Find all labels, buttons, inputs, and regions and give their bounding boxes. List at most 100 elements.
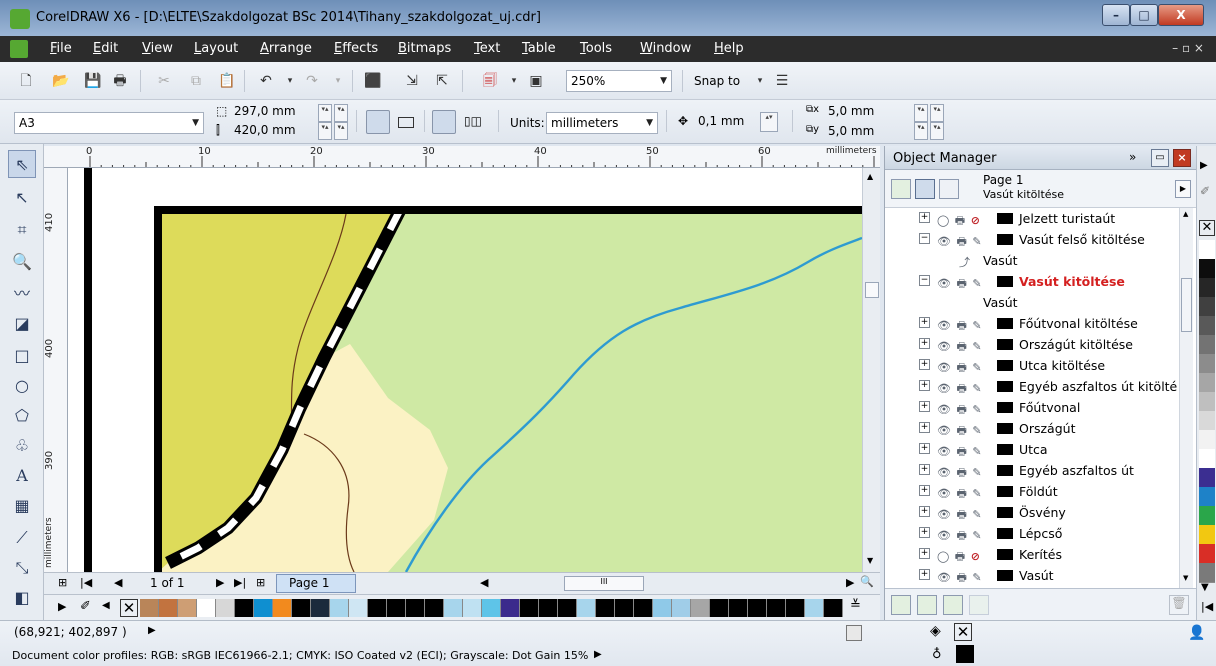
color-swatch[interactable] — [1199, 259, 1215, 279]
color-swatch[interactable] — [1199, 468, 1215, 488]
add-page-icon[interactable]: ⊞ — [58, 576, 67, 589]
zoom-level-combo[interactable]: 250% ▼ — [566, 70, 672, 92]
color-swatch[interactable] — [1199, 297, 1215, 317]
object-row[interactable]: ⤴ Vasút — [885, 250, 1179, 271]
new-layer-button[interactable] — [891, 595, 911, 615]
scroll-right-icon[interactable]: ▶ — [846, 576, 854, 589]
new-master-layer-button[interactable] — [917, 595, 937, 615]
menu-table[interactable]: Table — [522, 41, 556, 56]
smart-fill-tool-icon[interactable]: ◪ — [8, 310, 36, 338]
outline-color-swatch[interactable] — [956, 645, 974, 663]
expand-icon[interactable]: + — [919, 485, 930, 496]
color-swatch[interactable] — [273, 599, 292, 617]
expand-icon[interactable]: + — [919, 443, 930, 454]
scroll-up-icon[interactable]: ▲ — [1183, 210, 1188, 218]
color-swatch[interactable] — [368, 599, 387, 617]
color-swatch[interactable] — [558, 599, 577, 617]
basic-shapes-tool-icon[interactable]: ♧ — [8, 432, 36, 460]
duplicate-x-field[interactable]: 5,0 mm — [828, 104, 874, 118]
scroll-down-icon[interactable]: ▼ — [867, 556, 873, 565]
layer-row[interactable]: + 👁 🖶 ✎ Utca kitöltése — [885, 355, 1179, 376]
layer-row[interactable]: + 👁 🖶 ✎ Egyéb aszfaltos út — [885, 460, 1179, 481]
color-swatch[interactable] — [235, 599, 254, 617]
scroll-left-icon[interactable]: ◀ — [480, 576, 488, 589]
color-swatch[interactable] — [710, 599, 729, 617]
color-swatch[interactable] — [1199, 411, 1215, 431]
layer-row[interactable]: − 👁 🖶 ✎ Vasút felső kitöltése — [885, 229, 1179, 250]
snap-to-dropdown-icon[interactable]: ▾ — [752, 73, 768, 89]
color-swatch[interactable] — [444, 599, 463, 617]
layer-row[interactable]: + 👁 🖶 ✎ Országút — [885, 418, 1179, 439]
nudge-spinner[interactable]: ▴▾ — [760, 112, 778, 132]
docker-close-button[interactable]: × — [1173, 149, 1191, 167]
menu-view[interactable]: View — [142, 41, 173, 56]
menu-file[interactable]: File — [50, 41, 72, 56]
color-profiles-expand-icon[interactable]: ▶ — [594, 649, 602, 660]
interactive-fill-tool-icon[interactable]: ◧ — [8, 584, 36, 612]
color-swatch[interactable] — [501, 599, 520, 617]
color-swatch[interactable] — [311, 599, 330, 617]
color-swatch[interactable] — [1199, 506, 1215, 526]
print-icon[interactable]: 🖶 — [112, 73, 128, 89]
copy-icon[interactable]: ⧉ — [188, 73, 204, 89]
page-width-field[interactable]: 297,0 mm — [234, 104, 296, 118]
redo-icon[interactable]: ↷ — [304, 73, 320, 89]
pick-tool-icon[interactable]: ⇖ — [8, 150, 36, 178]
menu-arrange[interactable]: Arrange — [260, 41, 312, 56]
duplicate-y-field[interactable]: 5,0 mm — [828, 124, 874, 138]
menu-tools[interactable]: Tools — [580, 41, 612, 56]
user-account-icon[interactable]: 👤 — [1188, 625, 1205, 641]
maximize-button[interactable]: □ — [1130, 4, 1158, 26]
zoom-tool-icon[interactable]: 🔍 — [8, 248, 36, 276]
color-swatch[interactable] — [539, 599, 558, 617]
polygon-tool-icon[interactable]: ⬠ — [8, 402, 36, 430]
object-tree-scrollbar[interactable]: ▲ ▼ — [1179, 208, 1193, 588]
color-swatch[interactable] — [406, 599, 425, 617]
color-swatch[interactable] — [1199, 240, 1215, 260]
width-spinner[interactable]: ▾▴ — [318, 104, 332, 122]
show-properties-button[interactable] — [891, 179, 911, 199]
add-page-after-icon[interactable]: ⊞ — [256, 576, 265, 589]
previous-page-icon[interactable]: ◀ — [114, 576, 122, 589]
publish-pdf-icon[interactable]: 🗐 — [482, 73, 498, 89]
height-spinner[interactable]: ▾▴ — [334, 122, 348, 140]
expand-icon[interactable]: + — [919, 422, 930, 433]
horizontal-scroll-thumb[interactable]: III — [564, 576, 644, 591]
menu-layout[interactable]: Layout — [194, 41, 238, 56]
color-swatch[interactable] — [729, 599, 748, 617]
shape-tool-icon[interactable]: ↖ — [8, 184, 36, 212]
dimension-tool-icon[interactable]: ⟋ — [8, 524, 36, 552]
expand-icon[interactable]: + — [919, 569, 930, 580]
color-swatch[interactable] — [691, 599, 710, 617]
collapse-icon[interactable]: − — [919, 233, 930, 244]
layer-row[interactable]: + 👁 🖶 ✎ Vasút — [885, 565, 1179, 586]
scroll-thumb[interactable] — [1181, 278, 1192, 332]
paste-icon[interactable]: 📋 — [218, 73, 235, 89]
color-swatch[interactable] — [805, 599, 824, 617]
scroll-palette-down-icon[interactable]: ▼ — [1201, 582, 1209, 593]
expand-icon[interactable]: + — [919, 212, 930, 223]
color-swatch[interactable] — [748, 599, 767, 617]
freehand-tool-icon[interactable]: 〰 — [8, 280, 36, 308]
options-icon[interactable]: ☰ — [774, 73, 790, 89]
color-profiles-text[interactable]: Document color profiles: RGB: sRGB IEC61… — [12, 649, 588, 662]
color-swatch[interactable] — [1199, 449, 1215, 469]
color-swatch[interactable] — [349, 599, 368, 617]
color-swatch[interactable] — [672, 599, 691, 617]
open-folder-icon[interactable]: 📂 — [52, 73, 69, 89]
menu-effects[interactable]: Effects — [334, 41, 378, 56]
expand-icon[interactable]: + — [919, 317, 930, 328]
collapse-icon[interactable]: − — [919, 275, 930, 286]
edit-across-layers-button[interactable] — [915, 179, 935, 199]
publish-dropdown-icon[interactable]: ▾ — [506, 73, 522, 89]
color-swatch[interactable] — [178, 599, 197, 617]
menu-bitmaps[interactable]: Bitmaps — [398, 41, 451, 56]
color-swatch[interactable] — [1199, 354, 1215, 374]
palette-menu-icon[interactable]: ▶ — [58, 600, 66, 613]
undo-icon[interactable]: ↶ — [258, 73, 274, 89]
color-swatch[interactable] — [292, 599, 311, 617]
cut-icon[interactable]: ✂ — [156, 73, 172, 89]
color-swatch[interactable] — [1199, 563, 1215, 583]
ellipse-tool-icon[interactable]: ○ — [8, 372, 36, 400]
expand-icon[interactable]: + — [919, 380, 930, 391]
